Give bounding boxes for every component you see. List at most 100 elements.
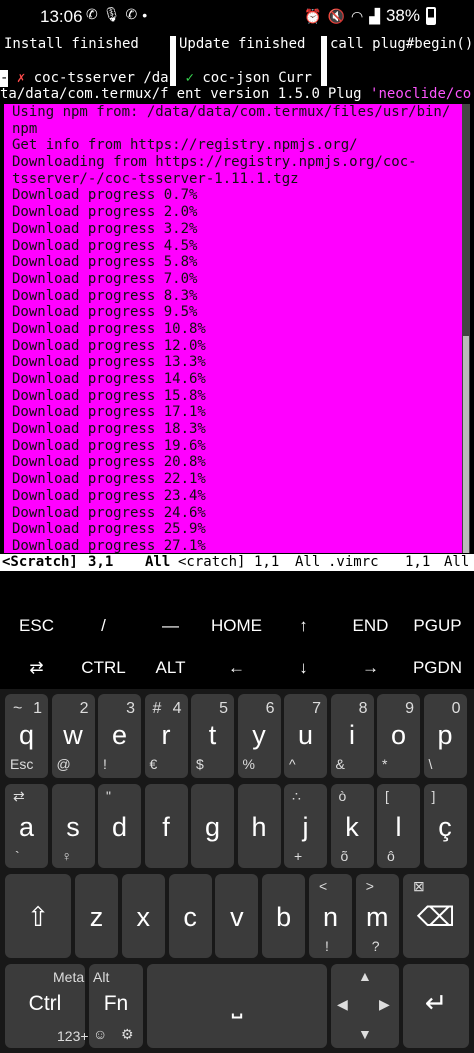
key-n[interactable]: < n! [309,874,352,958]
key-z[interactable]: z [75,874,118,958]
key-c[interactable]: c [168,874,212,958]
key-letter: v [230,902,244,932]
terminal-view[interactable]: Install finished Update finished call pl… [0,34,474,572]
key-symbol-hint: $ [196,756,204,772]
path-text: ta/data/com.termux/f [0,86,169,102]
key-l[interactable]: [l ô [377,784,420,868]
key-symbol-hint: @ [56,756,71,772]
key-ç[interactable]: ] ç [423,784,467,868]
scratch-line: Download progress 22.1% [12,471,206,488]
home-key[interactable]: HOME [203,605,270,647]
fn-keyboard-key[interactable]: Alt Fn ☺ ⚙ [89,964,143,1048]
pgdn-key[interactable]: PGDN [404,647,471,689]
arrow-left-key[interactable]: ← [203,647,270,689]
emoji-icon: ☺ [93,1026,108,1042]
statusline-scroll: All [295,554,321,570]
key-s[interactable]: s ♀ [51,784,95,868]
key-h[interactable]: h [237,784,281,868]
key-top-hint: ⇄ [13,788,25,804]
key-f[interactable]: f [144,784,188,868]
separator: - [168,70,178,86]
vim-tab-row: Install finished Update finished call pl… [0,36,474,86]
arrow-up-key[interactable]: ↑ [270,605,337,647]
system-icons: ⏰ 🔇 ◠ ▟ 38% [304,6,436,26]
key-letter: z [89,902,104,932]
check-icon: ✓ [185,70,194,86]
arrow-down-key[interactable]: ↓ [270,647,337,689]
key-q[interactable]: 1 ~ q Esc [5,694,48,778]
key-symbol-hint: \ [428,756,433,772]
key-p[interactable]: 0 p \ [423,694,467,778]
statusline-scroll: All [444,554,470,570]
key-r[interactable]: 4 # r € [144,694,188,778]
key-m[interactable]: > m? [355,874,399,958]
plug-string: 'neoclide/co [370,86,472,102]
scratch-buffer[interactable]: Using npm from: /data/data/com.termux/fi… [4,104,462,553]
key-w[interactable]: 2 w @ [51,694,95,778]
key-letter: p [437,720,453,750]
cursor: - [0,70,9,87]
alarm-icon: ⏰ [304,7,322,24]
key-k[interactable]: òkõ [330,784,374,868]
key-i[interactable]: 8 i & [330,694,374,778]
key-a[interactable]: ⇄ a ` [5,784,48,868]
key-number-hint: 1 [33,700,42,717]
enter-key[interactable]: ↵ [403,964,469,1048]
key-bottom-hint: + [294,848,303,864]
key-j[interactable]: ∴ j + [284,784,327,868]
key-e[interactable]: 3 e! [98,694,141,778]
scratch-line: Download progress 23.4% [12,487,206,504]
backspace-key[interactable]: ⊠ ⌫ [403,874,469,958]
meta-label: Meta [53,969,85,985]
key-o[interactable]: 9 o * [377,694,420,778]
key-g[interactable]: g [191,784,234,868]
key-symbol-hint: % [242,756,255,772]
key-y[interactable]: 6 y% [237,694,281,778]
shift-key[interactable]: ⇧ [5,874,71,958]
space-key[interactable]: ⎵ [147,964,327,1048]
key-alt-hint: # [152,700,162,717]
key-number-hint: 0 [451,700,461,717]
key-d[interactable]: " d [98,784,141,868]
pgup-key[interactable]: PGUP [404,605,471,647]
key-letter: s [66,812,80,842]
scratch-line: Download progress 9.5% [12,304,198,321]
key-x[interactable]: x [121,874,165,958]
key-letter: g [204,812,221,842]
esc-key[interactable]: ESC [3,605,70,647]
clear-icon: ⊠ [413,878,425,894]
tab-update[interactable]: Update finished [179,36,305,53]
scratch-line: tsserver/-/coc-tsserver-1.11.1.tgz [12,170,299,187]
key-v[interactable]: v [215,874,259,958]
key-top-hint: > [365,878,374,894]
dash-key[interactable]: — [137,605,204,647]
key-number-hint: 5 [219,700,228,717]
tab-install[interactable]: Install finished [4,36,139,53]
key-b[interactable]: b [262,874,306,958]
battery-icon [426,7,436,25]
scratch-line: Download progress 14.6% [12,371,206,387]
key-letter: k [345,812,359,842]
ctrl-keyboard-key[interactable]: Meta Ctrl 123+ [5,964,89,1048]
scratch-line: Download progress 3.2% [12,220,198,237]
scratch-line: Downloading from https://registry.npmjs.… [12,154,417,171]
key-letter: a [18,812,35,842]
plug-keyword: Plug [327,86,371,102]
arrow-right-key[interactable]: → [337,647,404,689]
statusline-buffer-name: <cratch] [178,554,246,570]
key-bottom-hint: ` [15,848,20,864]
tab-vimrc[interactable]: call plug#begin() [330,36,473,53]
keyboard-toggle-key[interactable]: ⇄ [3,647,70,689]
end-key[interactable]: END [337,605,404,647]
ctrl-key[interactable]: CTRL [70,647,137,689]
scratch-line: Using npm from: /data/data/com.termux/fi… [12,104,451,120]
statusline-scroll: All [145,554,171,570]
key-t[interactable]: 5 t $ [191,694,234,778]
slash-key[interactable]: / [70,605,137,647]
scrollbar[interactable] [462,104,470,553]
scrollbar-thumb[interactable] [463,336,469,553]
scratch-line: Download progress 5.8% [12,254,198,271]
key-u[interactable]: 7 u ^ [284,694,327,778]
alt-key[interactable]: ALT [137,647,204,689]
arrow-cluster-key[interactable]: ▲ ◀ ▶ ▼ [331,964,399,1048]
